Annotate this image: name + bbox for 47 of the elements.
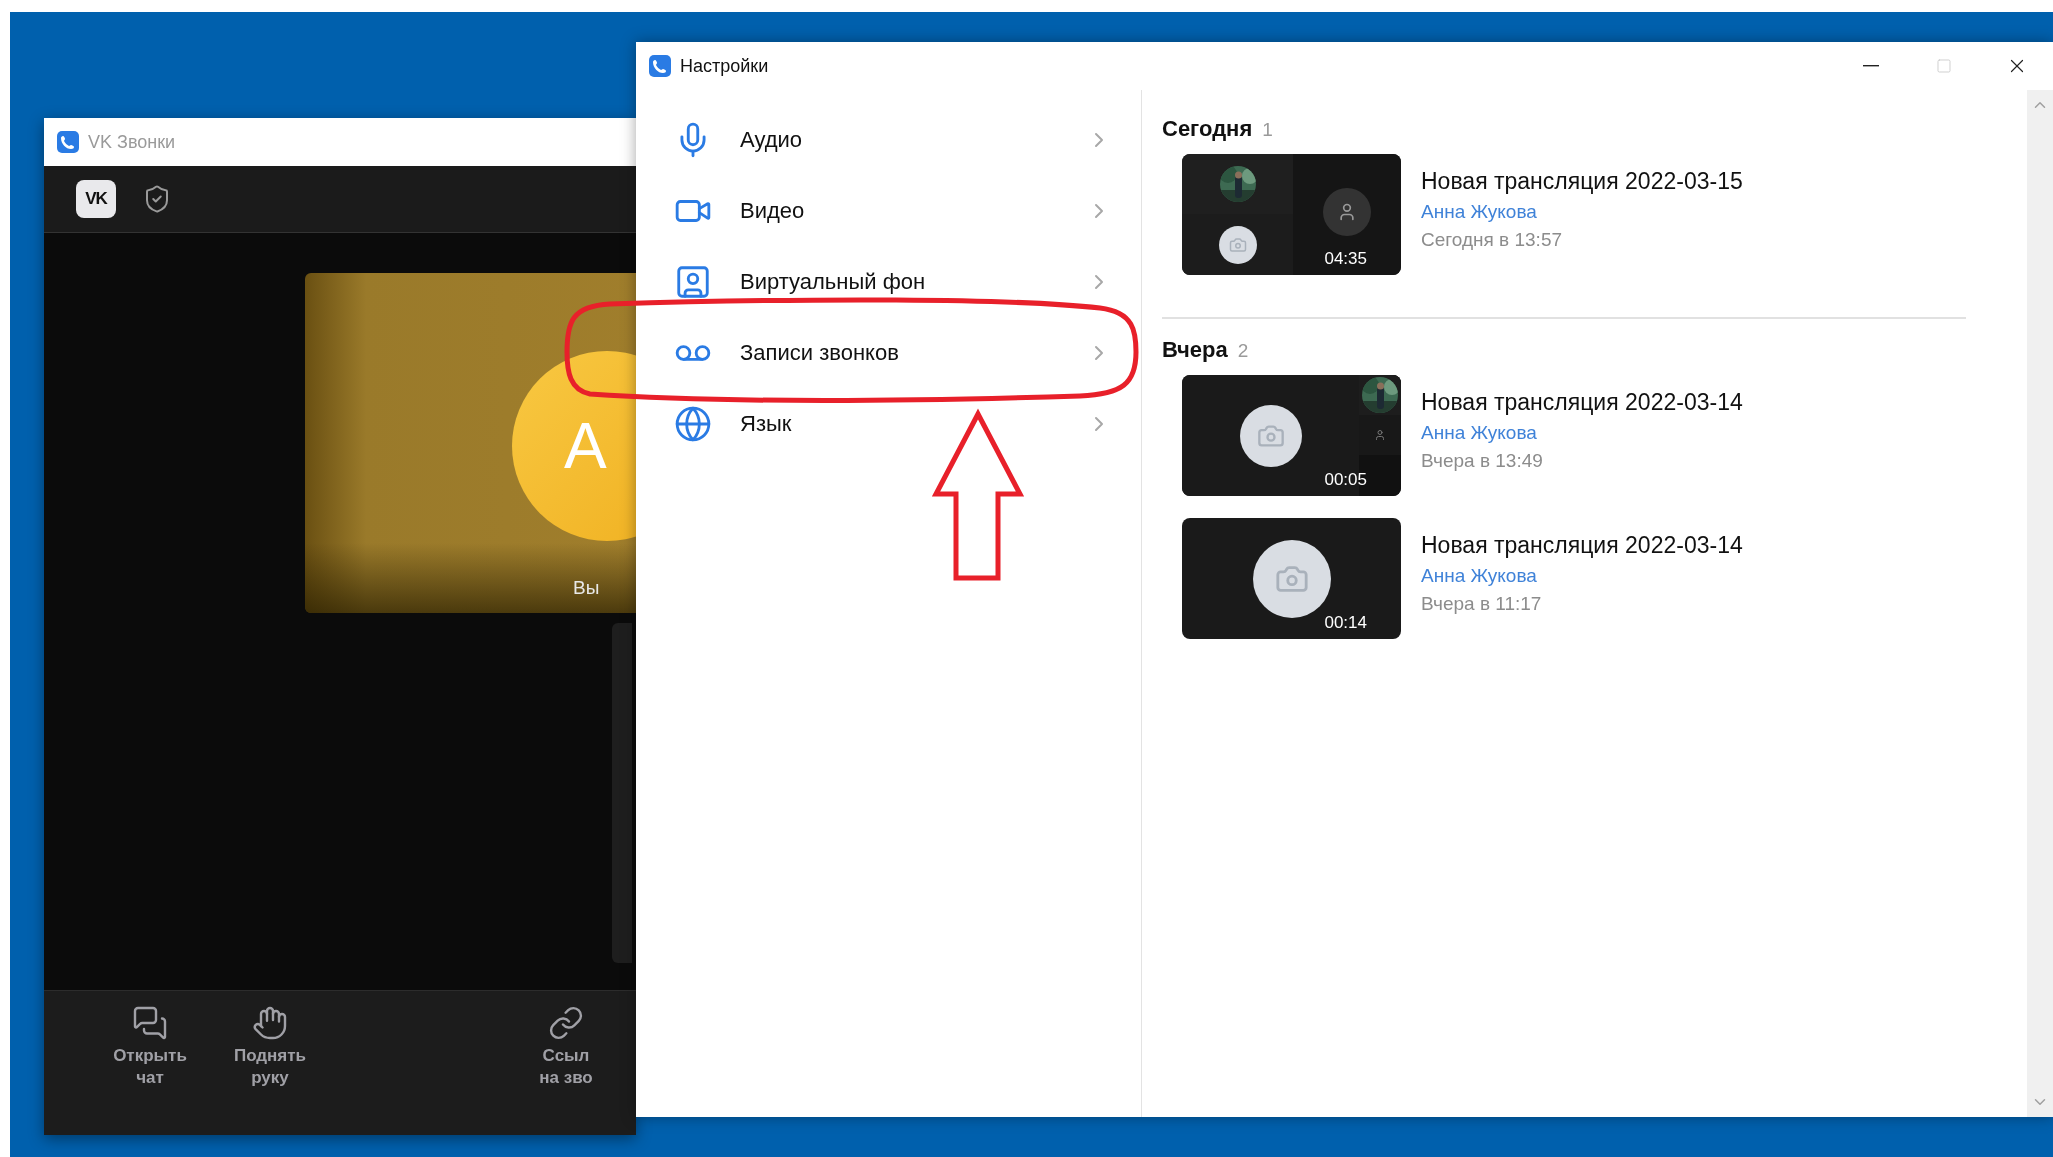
scrollbar[interactable] — [2027, 90, 2053, 1117]
chat-bubbles-icon — [132, 1005, 168, 1041]
duration-label: 04:35 — [1324, 249, 1367, 269]
toolbar-button[interactable]: Поднять руку — [210, 1005, 330, 1089]
duration-label: 00:14 — [1324, 613, 1367, 633]
window-title: Настройки — [680, 55, 769, 77]
recording-thumbnail[interactable]: 00:05 — [1182, 375, 1401, 496]
settings-menu-item[interactable]: Аудио — [636, 104, 1141, 175]
recording-time: Сегодня в 13:57 — [1421, 229, 1563, 251]
recording-title: Новая трансляция 2022-03-14 — [1421, 532, 1743, 559]
author-link[interactable]: Анна Жукова — [1421, 422, 1743, 444]
group-count: 1 — [1262, 119, 1273, 141]
link-icon — [548, 1005, 584, 1041]
toolbar-button[interactable]: Ссыл на зво — [506, 1005, 626, 1089]
toolbar-button[interactable]: Открыть чат — [90, 1005, 210, 1089]
recording-title: Новая трансляция 2022-03-14 — [1421, 389, 1743, 416]
recording-title: Новая трансляция 2022-03-15 — [1421, 168, 1743, 195]
minimize-icon — [1862, 65, 1879, 67]
app-icon — [648, 54, 672, 78]
menu-item-label: Виртуальный фон — [740, 268, 927, 295]
menu-item-label: Видео — [740, 197, 806, 224]
menu-item-label: Записи звонков — [740, 339, 900, 366]
author-link[interactable]: Анна Жукова — [1421, 201, 1743, 223]
vk-logo[interactable]: VK — [76, 180, 116, 218]
app-icon — [56, 130, 80, 154]
recording-time: Вчера в 11:17 — [1421, 593, 1543, 615]
group-title: Вчера — [1162, 337, 1228, 363]
settings-menu-item[interactable]: Виртуальный фон — [636, 246, 1141, 317]
settings-menu-item[interactable]: Язык — [636, 388, 1141, 459]
settings-menu-item[interactable]: Видео — [636, 175, 1141, 246]
user-icon — [1374, 429, 1386, 441]
duration-label: 00:05 — [1324, 470, 1367, 490]
user-icon — [1323, 188, 1371, 236]
settings-menu-item[interactable]: Записи звонков — [636, 317, 1141, 388]
group-title: Сегодня — [1162, 116, 1253, 142]
globe-icon — [674, 404, 712, 443]
recording-time: Вчера в 13:49 — [1421, 450, 1544, 472]
recording-thumbnail[interactable]: 04:35 — [1182, 154, 1401, 275]
menu-item-label: Язык — [740, 410, 793, 437]
window-title: VK Звонки — [88, 131, 176, 153]
group-count: 2 — [1237, 340, 1249, 362]
menu-item-label: Аудио — [740, 126, 804, 153]
author-link[interactable]: Анна Жукова — [1421, 565, 1743, 587]
participant-name: Вы — [573, 577, 600, 599]
hand-icon — [252, 1005, 288, 1041]
maximize-icon — [1935, 58, 1952, 74]
avatar: А — [512, 351, 636, 541]
